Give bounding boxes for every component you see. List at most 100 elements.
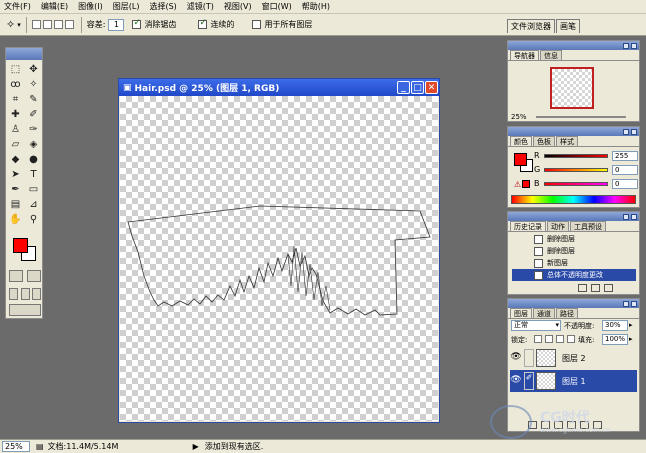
b-track[interactable]: [544, 181, 608, 186]
imageready-icon[interactable]: [9, 304, 41, 316]
navigator-zoom[interactable]: 25%: [511, 113, 527, 121]
new-selection-icon[interactable]: [31, 20, 41, 29]
g-track[interactable]: [544, 167, 608, 172]
layer-row[interactable]: 👁 图层 2: [510, 347, 637, 369]
type-tool-icon[interactable]: T: [25, 167, 42, 181]
lasso-tool-icon[interactable]: ꝏ: [7, 77, 24, 91]
navigator-zoom-slider[interactable]: [536, 116, 626, 118]
close-icon[interactable]: ✕: [425, 81, 438, 94]
document-canvas[interactable]: [120, 96, 438, 421]
paint-bucket-icon[interactable]: ◈: [25, 137, 42, 151]
history-item[interactable]: 新图层: [512, 257, 636, 269]
opacity-arrow-icon[interactable]: ▸: [629, 321, 633, 329]
add-selection-icon[interactable]: [42, 20, 52, 29]
magic-wand-icon[interactable]: ✧: [25, 77, 42, 91]
contiguous-checkbox[interactable]: [198, 18, 208, 29]
status-arrow-icon[interactable]: ▶: [193, 442, 199, 451]
r-track[interactable]: [544, 153, 608, 158]
menu-window[interactable]: 窗口(W): [262, 1, 292, 12]
menu-filter[interactable]: 滤镜(T): [187, 1, 214, 12]
menu-view[interactable]: 视图(V): [224, 1, 252, 12]
shape-tool-icon[interactable]: ▭: [25, 182, 42, 196]
tab-actions[interactable]: 动作: [547, 221, 569, 231]
new-snapshot-icon[interactable]: [591, 284, 600, 292]
subtract-selection-icon[interactable]: [53, 20, 63, 29]
menu-image[interactable]: 图像(I): [78, 1, 103, 12]
eraser-tool-icon[interactable]: ▱: [7, 137, 24, 151]
path-select-icon[interactable]: ➤: [7, 167, 24, 181]
panel-header[interactable]: [508, 299, 639, 308]
new-document-icon[interactable]: [578, 284, 587, 292]
tolerance-input[interactable]: 1: [108, 18, 125, 31]
tab-channels[interactable]: 通道: [533, 308, 555, 318]
tab-styles[interactable]: 样式: [556, 136, 578, 146]
quick-mask-icon[interactable]: [27, 270, 41, 282]
panel-close-icon[interactable]: [631, 128, 637, 135]
menu-help[interactable]: 帮助(H): [302, 1, 330, 12]
history-item[interactable]: 删除图层: [512, 233, 636, 245]
history-item-selected[interactable]: 总体不透明度更改: [512, 269, 636, 281]
tab-brushes[interactable]: 画笔: [556, 19, 580, 33]
intersect-selection-icon[interactable]: [64, 20, 74, 29]
b-value[interactable]: 0: [612, 178, 638, 189]
status-zoom[interactable]: 25%: [2, 441, 30, 452]
menu-select[interactable]: 选择(S): [149, 1, 176, 12]
eyedropper-icon[interactable]: ⊿: [25, 197, 42, 211]
tab-tool-presets[interactable]: 工具预设: [570, 221, 606, 231]
lock-all-icon[interactable]: [567, 335, 575, 343]
maximize-icon[interactable]: □: [411, 81, 424, 94]
standard-mode-icon[interactable]: [9, 270, 23, 282]
menu-layer[interactable]: 图层(L): [113, 1, 140, 12]
notes-tool-icon[interactable]: ▤: [7, 197, 24, 211]
blend-mode-select[interactable]: 正常 ▾: [511, 320, 561, 331]
layer-row-selected[interactable]: 👁 ✐ 图层 1: [510, 370, 637, 392]
blur-tool-icon[interactable]: ◆: [7, 152, 24, 166]
status-doc-icon[interactable]: ▤: [36, 442, 44, 451]
tool-preset-dropdown-icon[interactable]: ▾: [17, 21, 21, 29]
color-ramp[interactable]: [511, 195, 636, 204]
tab-file-browser[interactable]: 文件浏览器: [507, 19, 555, 33]
panel-minimize-icon[interactable]: [623, 300, 629, 307]
full-screen-icon[interactable]: [32, 288, 41, 300]
crop-tool-icon[interactable]: ⌗: [7, 92, 24, 106]
tab-swatches[interactable]: 色板: [533, 136, 555, 146]
fill-arrow-icon[interactable]: ▸: [629, 335, 633, 343]
clone-stamp-icon[interactable]: ♙: [7, 122, 24, 136]
screen-mode-icon[interactable]: [9, 288, 18, 300]
menu-edit[interactable]: 编辑(E): [41, 1, 68, 12]
panel-minimize-icon[interactable]: [623, 128, 629, 135]
tab-paths[interactable]: 路径: [556, 308, 578, 318]
history-brush-icon[interactable]: ✑: [25, 122, 42, 136]
panel-minimize-icon[interactable]: [623, 42, 629, 49]
panel-header[interactable]: [508, 127, 639, 136]
eye-icon[interactable]: 👁: [510, 375, 522, 387]
healing-brush-icon[interactable]: ✚: [7, 107, 24, 121]
pen-tool-icon[interactable]: ✒: [7, 182, 24, 196]
brush-tool-icon[interactable]: ✐: [25, 107, 42, 121]
gamut-warning-icon[interactable]: ⚠: [514, 180, 521, 189]
marquee-tool-icon[interactable]: ⬚: [7, 62, 24, 76]
panel-header[interactable]: [508, 41, 639, 50]
r-value[interactable]: 255: [612, 150, 638, 161]
opacity-input[interactable]: 30%: [602, 320, 628, 331]
lock-transparency-icon[interactable]: [534, 335, 542, 343]
hand-tool-icon[interactable]: ✋: [7, 212, 24, 226]
dodge-tool-icon[interactable]: ●: [25, 152, 42, 166]
tab-info[interactable]: 信息: [540, 50, 562, 60]
full-screen-menu-icon[interactable]: [20, 288, 30, 300]
tab-history[interactable]: 历史记录: [510, 221, 546, 231]
slice-tool-icon[interactable]: ✎: [25, 92, 42, 106]
tab-color[interactable]: 颜色: [510, 136, 532, 146]
g-value[interactable]: 0: [612, 164, 638, 175]
foreground-color-swatch[interactable]: [13, 238, 28, 253]
panel-close-icon[interactable]: [631, 300, 637, 307]
tab-navigator[interactable]: 导航器: [510, 50, 539, 60]
zoom-tool-icon[interactable]: ⚲: [25, 212, 42, 226]
lock-position-icon[interactable]: [556, 335, 564, 343]
panel-close-icon[interactable]: [631, 42, 637, 49]
history-item[interactable]: 删除图层: [512, 245, 636, 257]
magic-wand-tool-icon[interactable]: ✧: [6, 18, 15, 31]
layer-link-slot[interactable]: [524, 349, 534, 367]
color-fg-swatch[interactable]: [514, 153, 527, 166]
move-tool-icon[interactable]: ✥: [25, 62, 42, 76]
